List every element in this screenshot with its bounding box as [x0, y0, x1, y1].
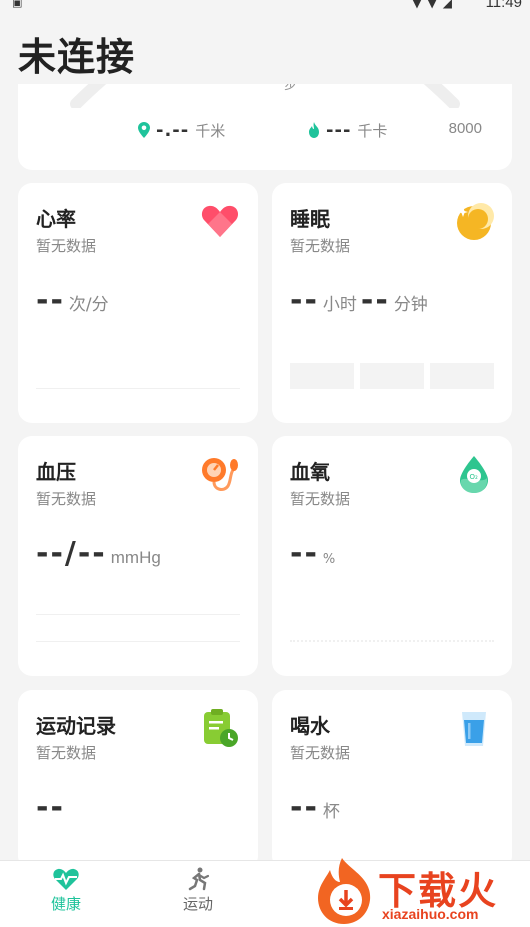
svg-text:O₂: O₂ [470, 473, 479, 481]
card-value: -- 杯 [290, 790, 344, 825]
calories-unit: 千卡 [357, 121, 388, 140]
calories-stat: --- 千卡 [308, 118, 387, 142]
watermark-logo: 下载火 xiazaihuo.com [312, 856, 530, 926]
heart-rate-value: -- [36, 283, 65, 318]
chart-baseline [36, 388, 240, 389]
water-unit: 杯 [322, 802, 340, 822]
status-time: 11:49 [485, 0, 522, 11]
clipboard-clock-icon [204, 709, 238, 747]
tab-label: 健康 [50, 895, 81, 913]
chart-gridline [36, 614, 240, 615]
card-value: -- 小时 -- 分钟 [290, 283, 432, 318]
sleep-hours-value: -- [290, 283, 319, 318]
signal-icons: ▼▼◢ [412, 0, 458, 10]
watermark-url: xiazaihuo.com [382, 906, 479, 922]
steps-unit: 步 [284, 84, 298, 93]
card-title: 血氧 [290, 460, 330, 484]
exercise-record-value: -- [36, 790, 65, 825]
notification-icon: ▣ [12, 0, 23, 9]
card-value: -- 次/分 [36, 283, 113, 318]
running-icon [188, 867, 210, 891]
card-title: 运动记录 [36, 714, 116, 738]
sleep-minutes-value: -- [360, 283, 390, 318]
blood-pressure-unit: mmHg [110, 548, 161, 567]
page-title: 未连接 [18, 35, 136, 79]
card-status: 暂无数据 [290, 490, 351, 508]
water-card[interactable]: 喝水 暂无数据 -- 杯 [272, 690, 512, 870]
tab-sport[interactable]: 运动 [158, 867, 238, 914]
flame-icon [309, 122, 319, 138]
sleep-chart-placeholder [290, 363, 494, 389]
progress-arc-left [70, 84, 107, 108]
oxygen-drop-icon: O₂ [460, 456, 488, 493]
sleep-minutes-unit: 分钟 [393, 295, 428, 315]
sleep-bar [290, 363, 354, 389]
chart-baseline [290, 640, 494, 642]
sleep-hours-unit: 小时 [322, 295, 357, 315]
heart-rate-unit: 次/分 [68, 295, 109, 315]
location-pin-icon [138, 122, 150, 138]
sleep-bar [360, 363, 424, 389]
blood-pressure-card[interactable]: 血压 暂无数据 --/-- mmHg [18, 436, 258, 676]
blood-oxygen-card[interactable]: 血氧 暂无数据 O₂ -- % [272, 436, 512, 676]
tab-health[interactable]: 健康 [26, 867, 106, 914]
blood-pressure-gauge-icon [202, 458, 238, 491]
card-title: 喝水 [290, 714, 330, 738]
exercise-record-card[interactable]: 运动记录 暂无数据 -- [18, 690, 258, 870]
tab-label: 运动 [182, 895, 213, 913]
blood-pressure-value: --/-- [36, 536, 107, 571]
card-status: 暂无数据 [290, 237, 351, 255]
step-goal: 8000 [448, 120, 482, 137]
card-status: 暂无数据 [290, 744, 351, 762]
activity-summary-card[interactable]: 步 -.-- 千米 --- 千卡 8000 [18, 84, 512, 170]
blood-oxygen-value: -- [290, 536, 319, 571]
status-bar: ▣ ▼▼◢ 11:49 [0, 0, 530, 14]
card-status: 暂无数据 [36, 237, 97, 255]
water-value: -- [290, 790, 319, 825]
distance-unit: 千米 [195, 121, 226, 140]
calories-value: --- [326, 119, 352, 141]
card-title: 血压 [36, 460, 76, 484]
heart-rate-card[interactable]: 心率 暂无数据 -- 次/分 [18, 183, 258, 423]
card-value: --/-- mmHg [36, 536, 165, 571]
chart-baseline [36, 641, 240, 642]
card-value: -- % [290, 536, 339, 571]
card-value: -- [36, 790, 65, 825]
card-status: 暂无数据 [36, 490, 97, 508]
flame-logo-icon [318, 858, 371, 924]
distance-stat: -.-- 千米 [138, 118, 225, 142]
heart-pulse-icon [53, 868, 79, 890]
water-glass-icon [462, 712, 486, 746]
heart-icon [201, 205, 239, 237]
progress-arc-right [423, 84, 460, 108]
moon-icon [457, 203, 494, 240]
card-title: 心率 [36, 207, 76, 231]
sleep-card[interactable]: 睡眠 暂无数据 -- 小时 -- 分钟 [272, 183, 512, 423]
card-title: 睡眠 [290, 207, 330, 231]
card-status: 暂无数据 [36, 744, 97, 762]
sleep-bar [430, 363, 494, 389]
blood-oxygen-unit: % [322, 552, 336, 567]
distance-value: -.-- [156, 119, 190, 141]
